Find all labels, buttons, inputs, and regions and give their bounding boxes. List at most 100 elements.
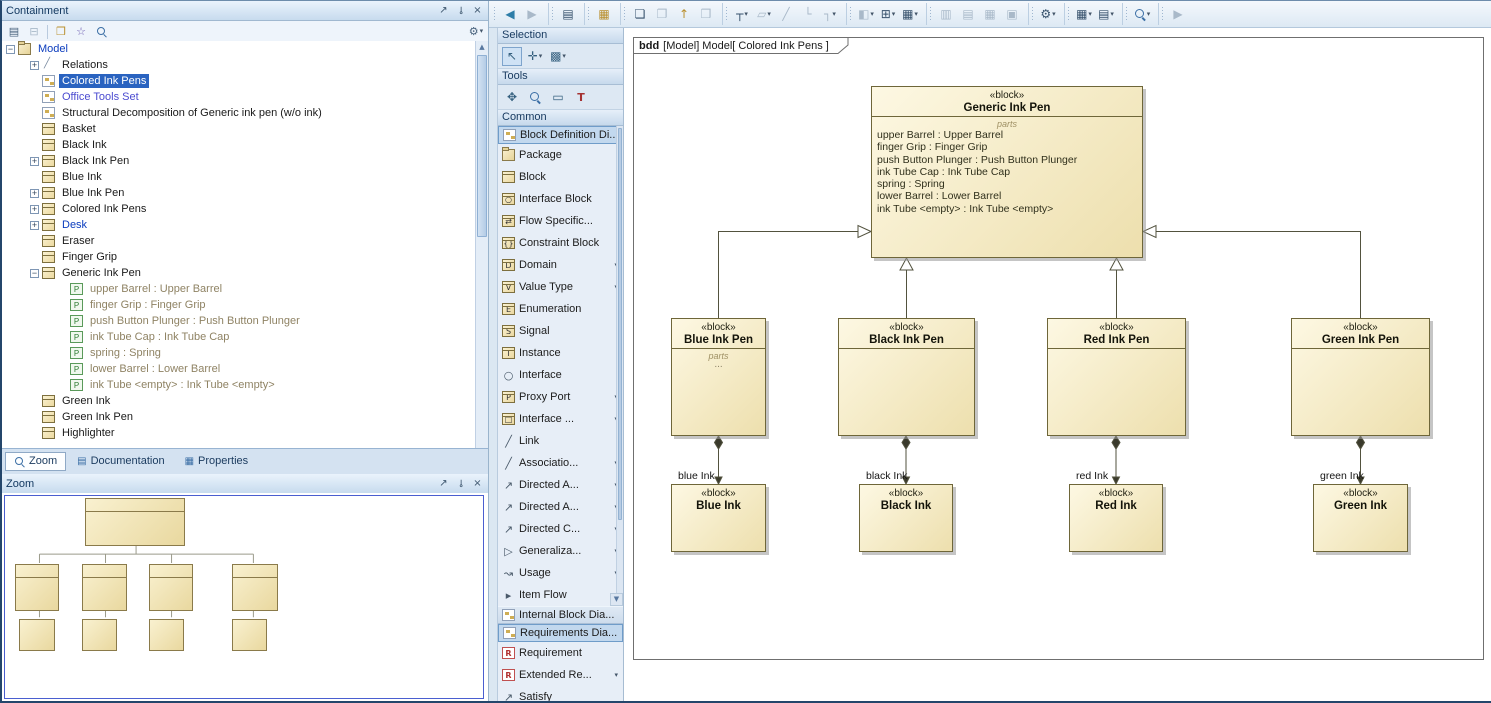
palette-item-extended-requirement[interactable]: R Extended Re... ▾ [498,664,623,686]
palette-item-value-type[interactable]: V Value Type ▾ [498,276,623,298]
palette-item-usage[interactable]: ↝ Usage ▾ [498,562,623,584]
tree-expand-toggle[interactable] [30,221,39,230]
pin-panel-icon[interactable]: ⊸ [454,477,467,490]
block-blue-ink[interactable]: blue Ink «block» Blue Ink [671,484,766,552]
create-diagram-button[interactable]: ▦▾ [593,4,615,24]
selection-tool[interactable]: ↖▾ [502,47,522,66]
search-button[interactable]: ▾ [1131,4,1153,24]
import-button[interactable]: ↑▾ [673,4,695,24]
palette-item-satisfy[interactable]: ↗ Satisfy ▾ [498,686,623,701]
palette-item-package[interactable]: Package ▾ [498,144,623,166]
palette-group-block-definition-diagram[interactable]: Block Definition Di... ▾ [498,126,623,144]
tree-expand-toggle[interactable] [30,205,39,214]
fill-color-button[interactable]: ◧▾ [855,4,877,24]
palette-item-directed-aggregation[interactable]: ↗ Directed A... ▾ [498,496,623,518]
generalization-green-ink-pen-to-generic[interactable] [1143,226,1361,319]
part-property[interactable]: spring : Spring [872,178,1142,190]
block-green-ink-pen[interactable]: «block» Green Ink Pen [1291,318,1430,436]
palette-item-interface-block[interactable]: ○ Interface Block ▾ [498,188,623,210]
layout-button[interactable]: ┬▾ [731,4,753,24]
generalization-blue-ink-pen-to-generic[interactable] [719,226,872,319]
show-window-button[interactable]: ▦▾ [1073,4,1095,24]
composition-red-ink-pen-to-red-ink[interactable] [1112,436,1120,484]
zoom-viewport-rect[interactable] [4,495,484,699]
bend-path-button[interactable]: ┐▾ [819,4,841,24]
tree-item[interactable]: Relations [2,57,475,73]
part-property[interactable]: push Button Plunger : Push Button Plunge… [872,154,1142,166]
close-panel-icon[interactable]: × [471,4,484,17]
tree-item[interactable]: ink Tube <empty> : Ink Tube <empty> [2,377,475,393]
open-diagram-icon[interactable]: ❒ [52,23,70,40]
composition-blue-ink-pen-to-blue-ink[interactable] [715,436,723,484]
palette-group-requirements-diagram[interactable]: Requirements Dia... ▾ [498,624,623,642]
tree-item[interactable]: Colored Ink Pens [2,201,475,217]
tree-item[interactable]: Black Ink [2,137,475,153]
palette-item-item-flow[interactable]: ▸ Item Flow ▾ [498,584,623,606]
diagram-frame-heading[interactable]: bdd [Model] Model[ Colored Ink Pens ] [633,37,855,54]
settings-button[interactable]: ⚙▾ [1037,4,1059,24]
palette-item-interface[interactable]: ○ Interface ▾ [498,364,623,386]
tree-item[interactable]: Green Ink [2,393,475,409]
tree-item[interactable]: Office Tools Set [2,89,475,105]
selection-filter-tool[interactable]: ▩▾ [548,47,568,66]
palette-item-requirement[interactable]: R Requirement ▾ [498,642,623,664]
containment-settings-icon[interactable]: ⚙▾ [467,23,485,40]
grid-button[interactable]: ⊞▾ [877,4,899,24]
close-panel-icon[interactable]: × [471,477,484,490]
block-generic-ink-pen[interactable]: «block» Generic Ink Pen parts upper Barr… [871,86,1143,258]
palette-item-directed-association[interactable]: ↗ Directed A... ▾ [498,474,623,496]
generalization-black-ink-pen-to-generic[interactable] [900,258,913,318]
paste-button[interactable]: ❐▾ [651,4,673,24]
block-blue-ink-pen[interactable]: «block» Blue Ink Pen parts ... [671,318,766,436]
scroll-down-icon[interactable]: ▼ [610,593,623,606]
float-panel-icon[interactable]: ↗ [437,4,450,17]
forward-button[interactable]: ▶▾ [521,4,543,24]
diagonal-path-button[interactable]: ╱▾ [775,4,797,24]
palette-item-proxy-port[interactable]: P Proxy Port ▾ [498,386,623,408]
text-tool[interactable]: T▾ [571,88,591,107]
filter-options-icon[interactable]: ▤ [5,23,23,40]
tree-item[interactable]: Blue Ink Pen [2,185,475,201]
report-button[interactable]: ▤▾ [1095,4,1117,24]
palette-item-link[interactable]: ╱ Link ▾ [498,430,623,452]
block-black-ink[interactable]: black Ink «block» Black Ink [859,484,953,552]
tree-expand-toggle[interactable] [6,45,15,54]
tree-item[interactable]: Black Ink Pen [2,153,475,169]
diagram-canvas[interactable]: bdd [Model] Model[ Colored Ink Pens ] «b… [625,28,1491,701]
tab-properties[interactable]: ▦ Properties [176,452,258,471]
scroll-up-icon[interactable]: ▲ [476,41,488,54]
palette-item-generalization[interactable]: ▷ Generaliza... ▾ [498,540,623,562]
tree-item[interactable]: Desk [2,217,475,233]
sticky-selection-tool[interactable]: ✛▾ [525,47,545,66]
tree-item[interactable]: ink Tube Cap : Ink Tube Cap [2,329,475,345]
tree-item[interactable]: Model [2,41,475,57]
tree-item[interactable]: Finger Grip [2,249,475,265]
tree-item[interactable]: spring : Spring [2,345,475,361]
tree-item[interactable]: Colored Ink Pens [2,73,475,89]
collapse-all-icon[interactable]: ⊟ [25,23,43,40]
association-role-label[interactable]: black Ink [866,470,907,482]
table-button[interactable]: ▦▾ [899,4,921,24]
tree-expand-toggle[interactable] [30,157,39,166]
generalization-red-ink-pen-to-generic[interactable] [1110,258,1123,318]
palette-item-block[interactable]: Block ▾ [498,166,623,188]
tree-expand-toggle[interactable] [30,189,39,198]
part-property[interactable]: lower Barrel : Lower Barrel [872,190,1142,202]
run-button[interactable]: ▶▾ [1167,4,1189,24]
pan-tool[interactable]: ✥▾ [502,88,522,107]
match-size-button[interactable]: ▣▾ [1001,4,1023,24]
back-button[interactable]: ◀▾ [499,4,521,24]
block-red-ink-pen[interactable]: «block» Red Ink Pen [1047,318,1186,436]
tree-item[interactable]: lower Barrel : Lower Barrel [2,361,475,377]
tree-item[interactable]: upper Barrel : Upper Barrel [2,281,475,297]
part-property[interactable]: ink Tube <empty> : Ink Tube <empty> [872,203,1142,215]
palette-scrollbar[interactable] [616,126,623,593]
part-property[interactable]: finger Grip : Finger Grip [872,141,1142,153]
part-property[interactable]: ink Tube Cap : Ink Tube Cap [872,166,1142,178]
tree-item[interactable]: Green Ink Pen [2,409,475,425]
tree-item[interactable]: Structural Decomposition of Generic ink … [2,105,475,121]
part-property[interactable]: upper Barrel : Upper Barrel [872,129,1142,141]
palette-item-flow-specification[interactable]: ⇄ Flow Specific... ▾ [498,210,623,232]
magnifier-tool[interactable]: ▾ [525,88,545,107]
palette-item-domain[interactable]: D Domain ▾ [498,254,623,276]
